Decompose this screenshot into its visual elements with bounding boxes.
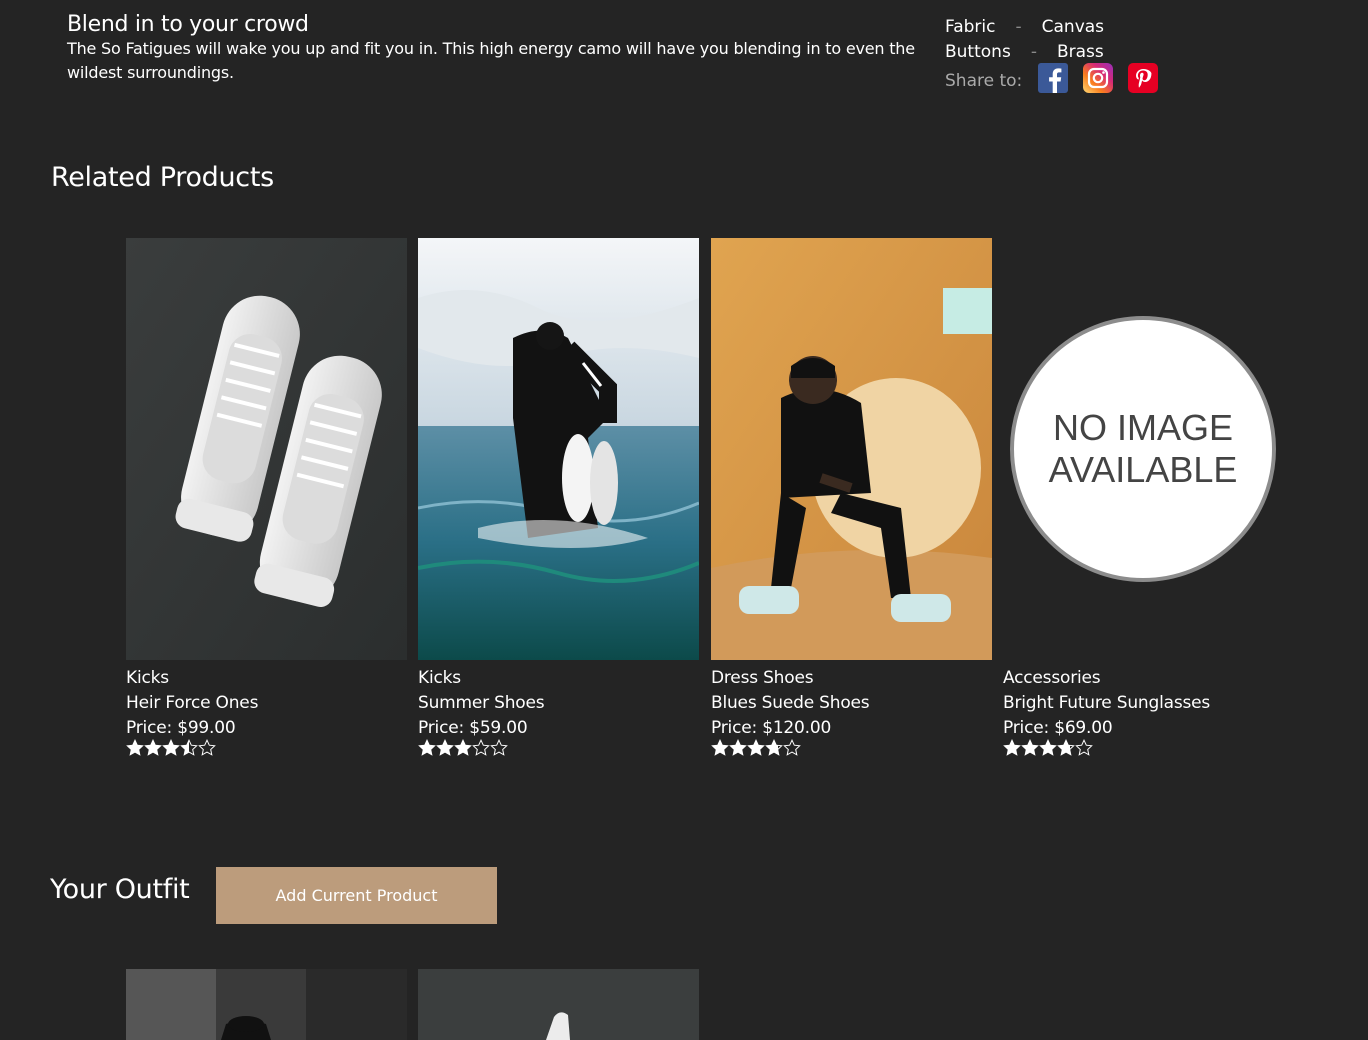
star-icon: [490, 739, 508, 765]
product-info: Accessories Bright Future Sunglasses Pri…: [1003, 660, 1284, 763]
star-icon: [198, 739, 216, 765]
description-title: Blend in to your crowd: [67, 12, 309, 37]
outfit-card[interactable]: [418, 969, 699, 1040]
star-icon: [1075, 739, 1093, 765]
pinterest-icon[interactable]: [1128, 63, 1159, 93]
star-icon: [783, 739, 801, 765]
instagram-icon[interactable]: [1083, 63, 1114, 93]
product-card[interactable]: Dress Shoes Blues Suede Shoes Price: $12…: [711, 238, 992, 763]
star-rating: [711, 739, 992, 765]
star-icon: [454, 739, 472, 765]
star-icon: [1021, 739, 1039, 765]
product-category: Kicks: [126, 668, 169, 688]
feature-row: Buttons - Brass: [945, 39, 1104, 64]
product-category: Kicks: [418, 668, 461, 688]
your-outfit-title: Your Outfit: [50, 874, 190, 905]
star-icon: [711, 739, 729, 765]
product-category: Dress Shoes: [711, 668, 814, 688]
product-card[interactable]: Accessories Bright Future Sunglasses Pri…: [1003, 238, 1284, 763]
star-icon: [436, 739, 454, 765]
product-image[interactable]: [418, 238, 699, 660]
star-icon: [180, 739, 198, 765]
star-icon: [747, 739, 765, 765]
outfit-card[interactable]: [126, 969, 407, 1040]
star-icon: [1057, 739, 1075, 765]
share-label: Share to:: [945, 71, 1023, 91]
feature-value: Brass: [1056, 41, 1104, 62]
star-icon: [418, 739, 436, 765]
product-name: Blues Suede Shoes: [711, 693, 870, 713]
product-info: Kicks Summer Shoes Price: $59.00: [418, 660, 699, 763]
share-bar: Share to:: [945, 63, 1173, 93]
product-features: Fabric - Canvas Buttons - Brass: [945, 14, 1104, 64]
product-info: Dress Shoes Blues Suede Shoes Price: $12…: [711, 660, 992, 763]
product-category: Accessories: [1003, 668, 1101, 688]
product-card[interactable]: Kicks Heir Force Ones Price: $99.00: [126, 238, 407, 763]
feature-dash: -: [1030, 41, 1037, 62]
feature-dash: -: [1015, 16, 1022, 37]
star-icon: [1039, 739, 1057, 765]
product-info: Kicks Heir Force Ones Price: $99.00: [126, 660, 407, 763]
star-icon: [472, 739, 490, 765]
product-description: Blend in to your crowd The So Fatigues w…: [67, 12, 917, 85]
outfit-image[interactable]: [126, 969, 407, 1040]
related-products-title: Related Products: [51, 162, 274, 193]
star-icon: [126, 739, 144, 765]
add-current-product-button[interactable]: Add Current Product: [216, 867, 497, 924]
product-image[interactable]: [1003, 238, 1284, 660]
product-price: Price: $69.00: [1003, 718, 1113, 738]
star-rating: [126, 739, 407, 765]
product-price: Price: $99.00: [126, 718, 236, 738]
star-rating: [418, 739, 699, 765]
feature-name: Buttons: [945, 41, 1011, 62]
product-name: Heir Force Ones: [126, 693, 259, 713]
product-image[interactable]: [126, 238, 407, 660]
star-icon: [765, 739, 783, 765]
feature-value: Canvas: [1041, 16, 1105, 37]
product-card[interactable]: Kicks Summer Shoes Price: $59.00: [418, 238, 699, 763]
product-name: Bright Future Sunglasses: [1003, 693, 1211, 713]
product-price: Price: $120.00: [711, 718, 832, 738]
product-image[interactable]: [711, 238, 992, 660]
feature-row: Fabric - Canvas: [945, 14, 1104, 39]
product-price: Price: $59.00: [418, 718, 528, 738]
star-icon: [1003, 739, 1021, 765]
description-body: The So Fatigues will wake you up and fit…: [67, 39, 915, 82]
star-rating: [1003, 739, 1284, 765]
star-icon: [144, 739, 162, 765]
facebook-icon[interactable]: [1038, 63, 1069, 93]
product-name: Summer Shoes: [418, 693, 545, 713]
star-icon: [729, 739, 747, 765]
star-icon: [162, 739, 180, 765]
outfit-image[interactable]: [418, 969, 699, 1040]
feature-name: Fabric: [945, 16, 996, 37]
